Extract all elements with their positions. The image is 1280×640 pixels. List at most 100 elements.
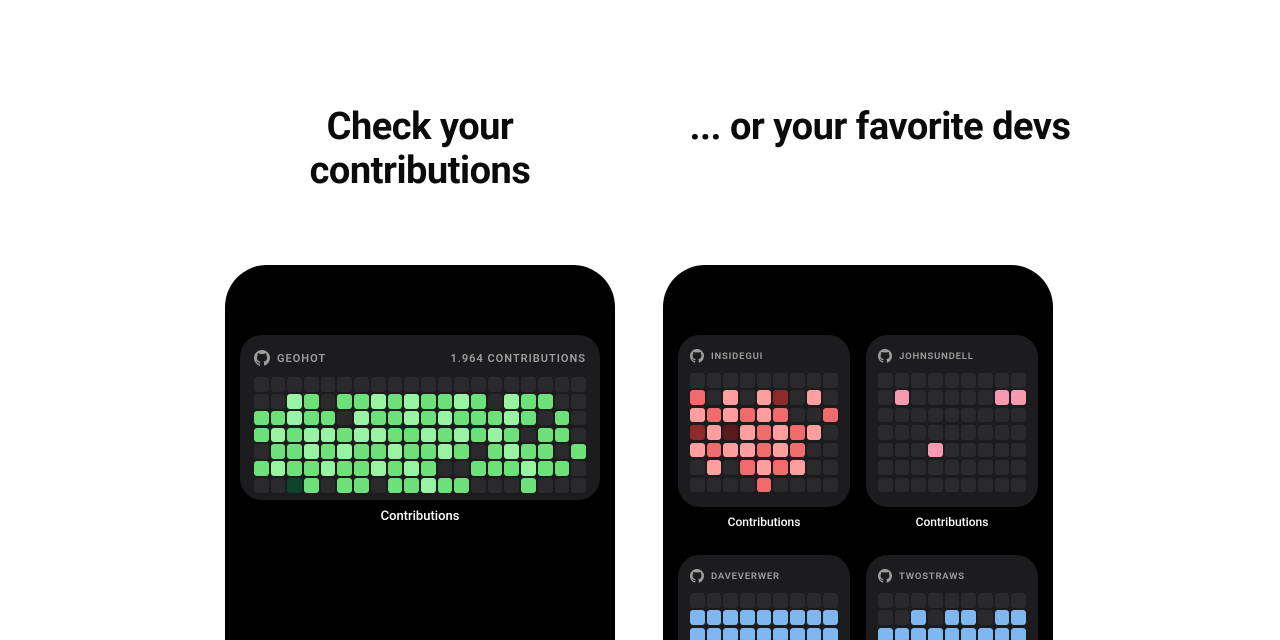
contribution-cell bbox=[454, 377, 469, 392]
contribution-cell bbox=[538, 478, 553, 493]
contribution-cell bbox=[740, 460, 755, 475]
contribution-cell bbox=[404, 428, 419, 443]
contribution-cell bbox=[1011, 425, 1026, 440]
contribution-cell bbox=[571, 428, 586, 443]
contribution-cell bbox=[707, 478, 722, 493]
contribution-grid-small bbox=[878, 593, 1026, 640]
widget-small-twostraws[interactable]: TWOSTRAWS bbox=[866, 555, 1038, 640]
contribution-cell bbox=[978, 460, 993, 475]
contribution-cell bbox=[388, 478, 403, 493]
contribution-cell bbox=[271, 428, 286, 443]
contribution-cell bbox=[878, 443, 893, 458]
contribution-cell bbox=[895, 390, 910, 405]
contribution-cell bbox=[254, 428, 269, 443]
contribution-cell bbox=[504, 377, 519, 392]
contribution-cell bbox=[773, 373, 788, 388]
contribution-cell bbox=[978, 610, 993, 625]
widget-small-daveverwer[interactable]: DAVEVERWER bbox=[678, 555, 850, 640]
contribution-cell bbox=[961, 593, 976, 608]
widget-small-insidegui[interactable]: INSIDEGUI bbox=[678, 335, 850, 507]
contribution-cell bbox=[928, 390, 943, 405]
contribution-cell bbox=[911, 425, 926, 440]
contribution-cell bbox=[895, 443, 910, 458]
contribution-cell bbox=[254, 444, 269, 459]
contribution-cell bbox=[823, 460, 838, 475]
contribution-cell bbox=[690, 460, 705, 475]
contribution-cell bbox=[555, 461, 570, 476]
contribution-cell bbox=[928, 628, 943, 640]
contribution-cell bbox=[254, 394, 269, 409]
widget-header: GEOHOT 1.964 CONTRIBUTIONS bbox=[254, 349, 586, 367]
contribution-cell bbox=[555, 394, 570, 409]
contribution-cell bbox=[304, 394, 319, 409]
contribution-cell bbox=[1011, 390, 1026, 405]
contribution-cell bbox=[354, 394, 369, 409]
contribution-cell bbox=[757, 390, 772, 405]
widget-username: INSIDEGUI bbox=[711, 351, 763, 362]
contribution-cell bbox=[690, 390, 705, 405]
contribution-cell bbox=[337, 444, 352, 459]
contribution-cell bbox=[321, 444, 336, 459]
contribution-cell bbox=[421, 428, 436, 443]
contribution-cell bbox=[690, 373, 705, 388]
contribution-cell bbox=[1011, 478, 1026, 493]
widget-username: TWOSTRAWS bbox=[899, 571, 965, 582]
contribution-cell bbox=[757, 373, 772, 388]
contribution-cell bbox=[287, 394, 302, 409]
contribution-cell bbox=[878, 628, 893, 640]
contribution-cell bbox=[895, 593, 910, 608]
widget-large-geohot[interactable]: GEOHOT 1.964 CONTRIBUTIONS bbox=[240, 335, 600, 500]
contribution-cell bbox=[371, 394, 386, 409]
contribution-cell bbox=[471, 377, 486, 392]
contribution-cell bbox=[895, 478, 910, 493]
contribution-cell bbox=[911, 460, 926, 475]
contribution-cell bbox=[337, 411, 352, 426]
contribution-cell bbox=[773, 593, 788, 608]
contribution-cell bbox=[911, 390, 926, 405]
contribution-cell bbox=[271, 411, 286, 426]
contribution-cell bbox=[707, 373, 722, 388]
contribution-cell bbox=[304, 377, 319, 392]
contribution-cell bbox=[773, 628, 788, 640]
contribution-cell bbox=[911, 408, 926, 423]
contribution-cell bbox=[823, 443, 838, 458]
contribution-cell bbox=[471, 478, 486, 493]
contribution-cell bbox=[271, 394, 286, 409]
contribution-cell bbox=[354, 428, 369, 443]
contribution-cell bbox=[1011, 373, 1026, 388]
contribution-cell bbox=[337, 478, 352, 493]
widget-small-johnsundell[interactable]: JOHNSUNDELL bbox=[866, 335, 1038, 507]
contribution-cell bbox=[945, 628, 960, 640]
contribution-cell bbox=[807, 460, 822, 475]
contribution-cell bbox=[488, 394, 503, 409]
contribution-cell bbox=[287, 461, 302, 476]
contribution-cell bbox=[354, 377, 369, 392]
contribution-cell bbox=[388, 377, 403, 392]
contribution-cell bbox=[823, 628, 838, 640]
contribution-cell bbox=[1011, 610, 1026, 625]
contribution-cell bbox=[757, 443, 772, 458]
contribution-cell bbox=[740, 628, 755, 640]
contribution-cell bbox=[571, 444, 586, 459]
contribution-cell bbox=[321, 394, 336, 409]
contribution-cell bbox=[911, 443, 926, 458]
contribution-cell bbox=[371, 444, 386, 459]
contribution-cell bbox=[254, 461, 269, 476]
contribution-cell bbox=[504, 428, 519, 443]
contribution-cell bbox=[807, 443, 822, 458]
contribution-cell bbox=[438, 394, 453, 409]
contribution-cell bbox=[961, 460, 976, 475]
contribution-cell bbox=[690, 478, 705, 493]
contribution-cell bbox=[471, 411, 486, 426]
widget-header: JOHNSUNDELL bbox=[878, 347, 1026, 365]
contribution-cell bbox=[337, 394, 352, 409]
contribution-cell bbox=[928, 593, 943, 608]
contribution-cell bbox=[371, 478, 386, 493]
contribution-cell bbox=[978, 408, 993, 423]
contribution-cell bbox=[287, 377, 302, 392]
contribution-cell bbox=[740, 425, 755, 440]
contribution-cell bbox=[807, 425, 822, 440]
contribution-cell bbox=[928, 460, 943, 475]
contribution-cell bbox=[790, 373, 805, 388]
contribution-cell bbox=[740, 390, 755, 405]
